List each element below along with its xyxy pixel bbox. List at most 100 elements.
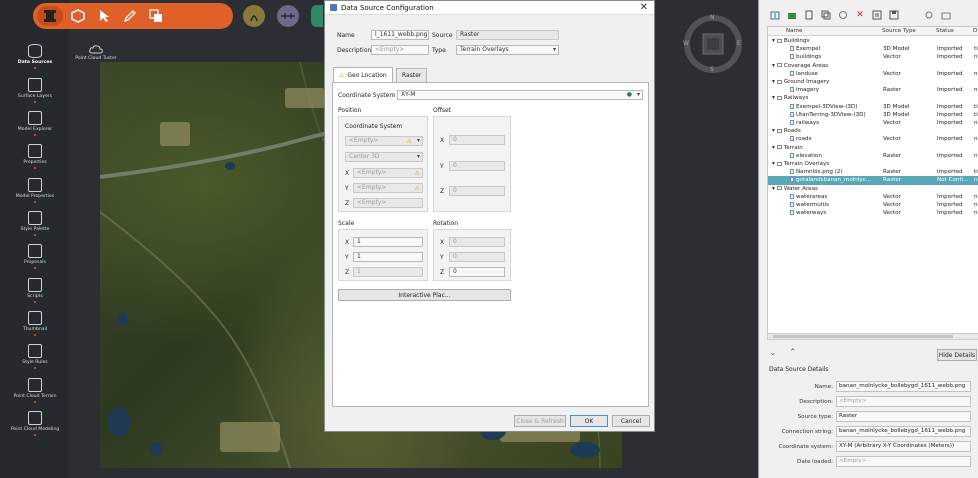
close-icon[interactable]: ✕: [640, 2, 648, 13]
expand-toggle-icon[interactable]: ▾: [772, 186, 775, 192]
position-group: Coordinate System <Empty> ⚠ ▾ Center 3D …: [338, 116, 428, 212]
rotation-z-field[interactable]: 0: [449, 267, 505, 277]
expand-toggle-icon[interactable]: ▾: [772, 38, 775, 44]
copy-icon[interactable]: [820, 9, 832, 21]
tree-row[interactable]: Exempel 3D Model Imported ti: [768, 45, 978, 53]
road-icon[interactable]: [243, 5, 265, 27]
detail-value[interactable]: banan_molnlycke_bollebygd_1611_webb.png: [836, 381, 971, 392]
tree-row[interactable]: gotalandsbanan_molnlyc... Raster Not Confi…: [768, 176, 978, 185]
rail-item[interactable]: Style Palette: [4, 211, 66, 236]
save-icon[interactable]: [888, 9, 900, 21]
rail-item[interactable]: Point Cloud Terrain: [4, 378, 66, 403]
rail-item[interactable]: Thumbnail: [4, 311, 66, 336]
tree-horizontal-scrollbar[interactable]: [767, 333, 978, 340]
detail-value[interactable]: <Empty>: [836, 396, 971, 407]
tree-folder-row[interactable]: ▾ Terrain: [768, 144, 978, 152]
select-cursor-icon[interactable]: [93, 6, 115, 26]
collapse-down-icon[interactable]: ⌄: [769, 348, 777, 358]
expand-toggle-icon[interactable]: ▾: [772, 63, 775, 69]
point-cloud-uploader[interactable]: Point Cloud Tuster: [72, 44, 120, 61]
scale-y-field[interactable]: 1: [353, 252, 423, 262]
tree-folder-row[interactable]: ▾ Terrain Overlays: [768, 160, 978, 168]
expand-toggle-icon[interactable]: ▾: [772, 161, 775, 167]
col-source-type[interactable]: Source Type: [882, 28, 916, 34]
tree-row[interactable]: railways Vector Imported n: [768, 119, 978, 127]
pencil-icon[interactable]: [119, 6, 141, 26]
expand-toggle-icon[interactable]: ▾: [772, 145, 775, 151]
name-field[interactable]: l_1611_webb.png: [371, 30, 429, 40]
navigation-compass[interactable]: N S E W: [683, 14, 743, 74]
tree-row[interactable]: UtanTerring-3DView-(3D) 3D Model Imported t…: [768, 111, 978, 119]
ok-button[interactable]: OK: [570, 415, 608, 427]
tree-row[interactable]: elevation Raster Imported n: [768, 152, 978, 160]
tree-folder-row[interactable]: ▾ Water Areas: [768, 185, 978, 193]
tree-folder-row[interactable]: ▾ Railways: [768, 94, 978, 102]
tree-row[interactable]: landuse Vector Imported n: [768, 70, 978, 78]
tab-raster[interactable]: Raster: [396, 68, 428, 82]
rail-item[interactable]: Style Rules: [4, 344, 66, 369]
description-field[interactable]: <Empty>: [371, 45, 429, 55]
scale-x-field[interactable]: 1: [353, 237, 423, 247]
cube-icon[interactable]: [67, 6, 89, 26]
rail-item[interactable]: Proposals: [4, 244, 66, 269]
hide-details-button[interactable]: Hide Details: [937, 349, 977, 361]
tab-geo-location[interactable]: ⚠ Geo Location: [333, 67, 393, 82]
interactive-placement-button[interactable]: Interactive Plac...: [338, 289, 511, 301]
rail-item[interactable]: Surface Layers: [4, 78, 66, 103]
cancel-button[interactable]: Cancel: [612, 415, 650, 427]
tree-folder-row[interactable]: ▾ Roads: [768, 127, 978, 135]
app-logo-icon[interactable]: [37, 6, 63, 26]
detail-value[interactable]: XY-M (Arbitrary X-Y Coordinates (Meters)…: [836, 441, 971, 452]
rail-item[interactable]: Point Cloud Modeling: [4, 411, 66, 436]
expand-toggle-icon[interactable]: ▾: [772, 95, 775, 101]
collapse-up-icon[interactable]: ⌃: [789, 348, 797, 358]
add-source-icon[interactable]: [769, 9, 781, 21]
properties-icon[interactable]: [871, 9, 883, 21]
close-refresh-button[interactable]: Close & Refresh: [514, 415, 566, 427]
col-name[interactable]: Name: [786, 28, 803, 34]
expand-toggle-icon[interactable]: ▾: [772, 128, 775, 134]
export-icon[interactable]: [940, 9, 952, 21]
settings-icon[interactable]: [923, 9, 935, 21]
tree-folder-row[interactable]: ▾ Ground Imagery: [768, 78, 978, 86]
tree-d-cell: ti: [974, 46, 978, 53]
tree-folder-row[interactable]: ▾ Buildings: [768, 37, 978, 45]
refresh-icon[interactable]: [837, 9, 849, 21]
terrain-tool-icon[interactable]: [311, 5, 323, 27]
tree-type-cell: Vector: [883, 136, 901, 143]
detail-value[interactable]: banan_molnlycke_bollebygd_1611_webb.png: [836, 426, 971, 437]
rail-item[interactable]: Scripts: [4, 278, 66, 303]
tree-row[interactable]: imagery Raster Imported n: [768, 86, 978, 94]
col-d[interactable]: D: [973, 28, 977, 34]
copy-layers-icon[interactable]: [145, 6, 167, 26]
expand-toggle-icon[interactable]: ▾: [772, 79, 775, 85]
add-folder-icon[interactable]: [786, 9, 798, 21]
col-status[interactable]: Status: [936, 28, 954, 34]
delete-icon[interactable]: ✕: [854, 9, 866, 21]
tree-type-cell: Vector: [883, 70, 901, 77]
tree-row[interactable]: watermultis Vector Imported n: [768, 201, 978, 209]
detail-value[interactable]: <Empty>: [836, 456, 971, 467]
tree-row[interactable]: Namnlös.png (2) Raster Imported ti: [768, 168, 978, 176]
tree-row[interactable]: buildings Vector Imported n: [768, 53, 978, 61]
tree-row[interactable]: Exempel-3DView-(3D) 3D Model Imported ti: [768, 103, 978, 111]
rail-item[interactable]: Model Properties: [4, 178, 66, 203]
point-cloud-terrain-icon: [28, 378, 42, 392]
tree-row[interactable]: roads Vector Imported n: [768, 135, 978, 143]
tree-folder-row[interactable]: ▾ Coverage Areas: [768, 62, 978, 70]
detail-label: Name:: [814, 384, 833, 390]
rail-item[interactable]: Data Sources: [4, 44, 66, 69]
coord-system-select[interactable]: XY-M ● ▾: [397, 90, 643, 100]
rail-item[interactable]: Model Explorer: [4, 111, 66, 136]
railway-icon[interactable]: [277, 5, 299, 27]
rail-item[interactable]: Properties: [4, 144, 66, 169]
tree-row[interactable]: waterways Vector Imported n: [768, 209, 978, 217]
new-item-icon[interactable]: [803, 9, 815, 21]
offset-x-label: X: [440, 137, 445, 144]
scrollbar-thumb[interactable]: [773, 335, 953, 338]
warning-icon: ⚠: [339, 71, 345, 79]
detail-value[interactable]: Raster: [836, 411, 971, 422]
dialog-titlebar[interactable]: Data Source Configuration ✕: [325, 1, 654, 15]
type-select[interactable]: Terrain Overlays ▾: [456, 45, 559, 55]
tree-row[interactable]: waterareas Vector Imported n: [768, 193, 978, 201]
